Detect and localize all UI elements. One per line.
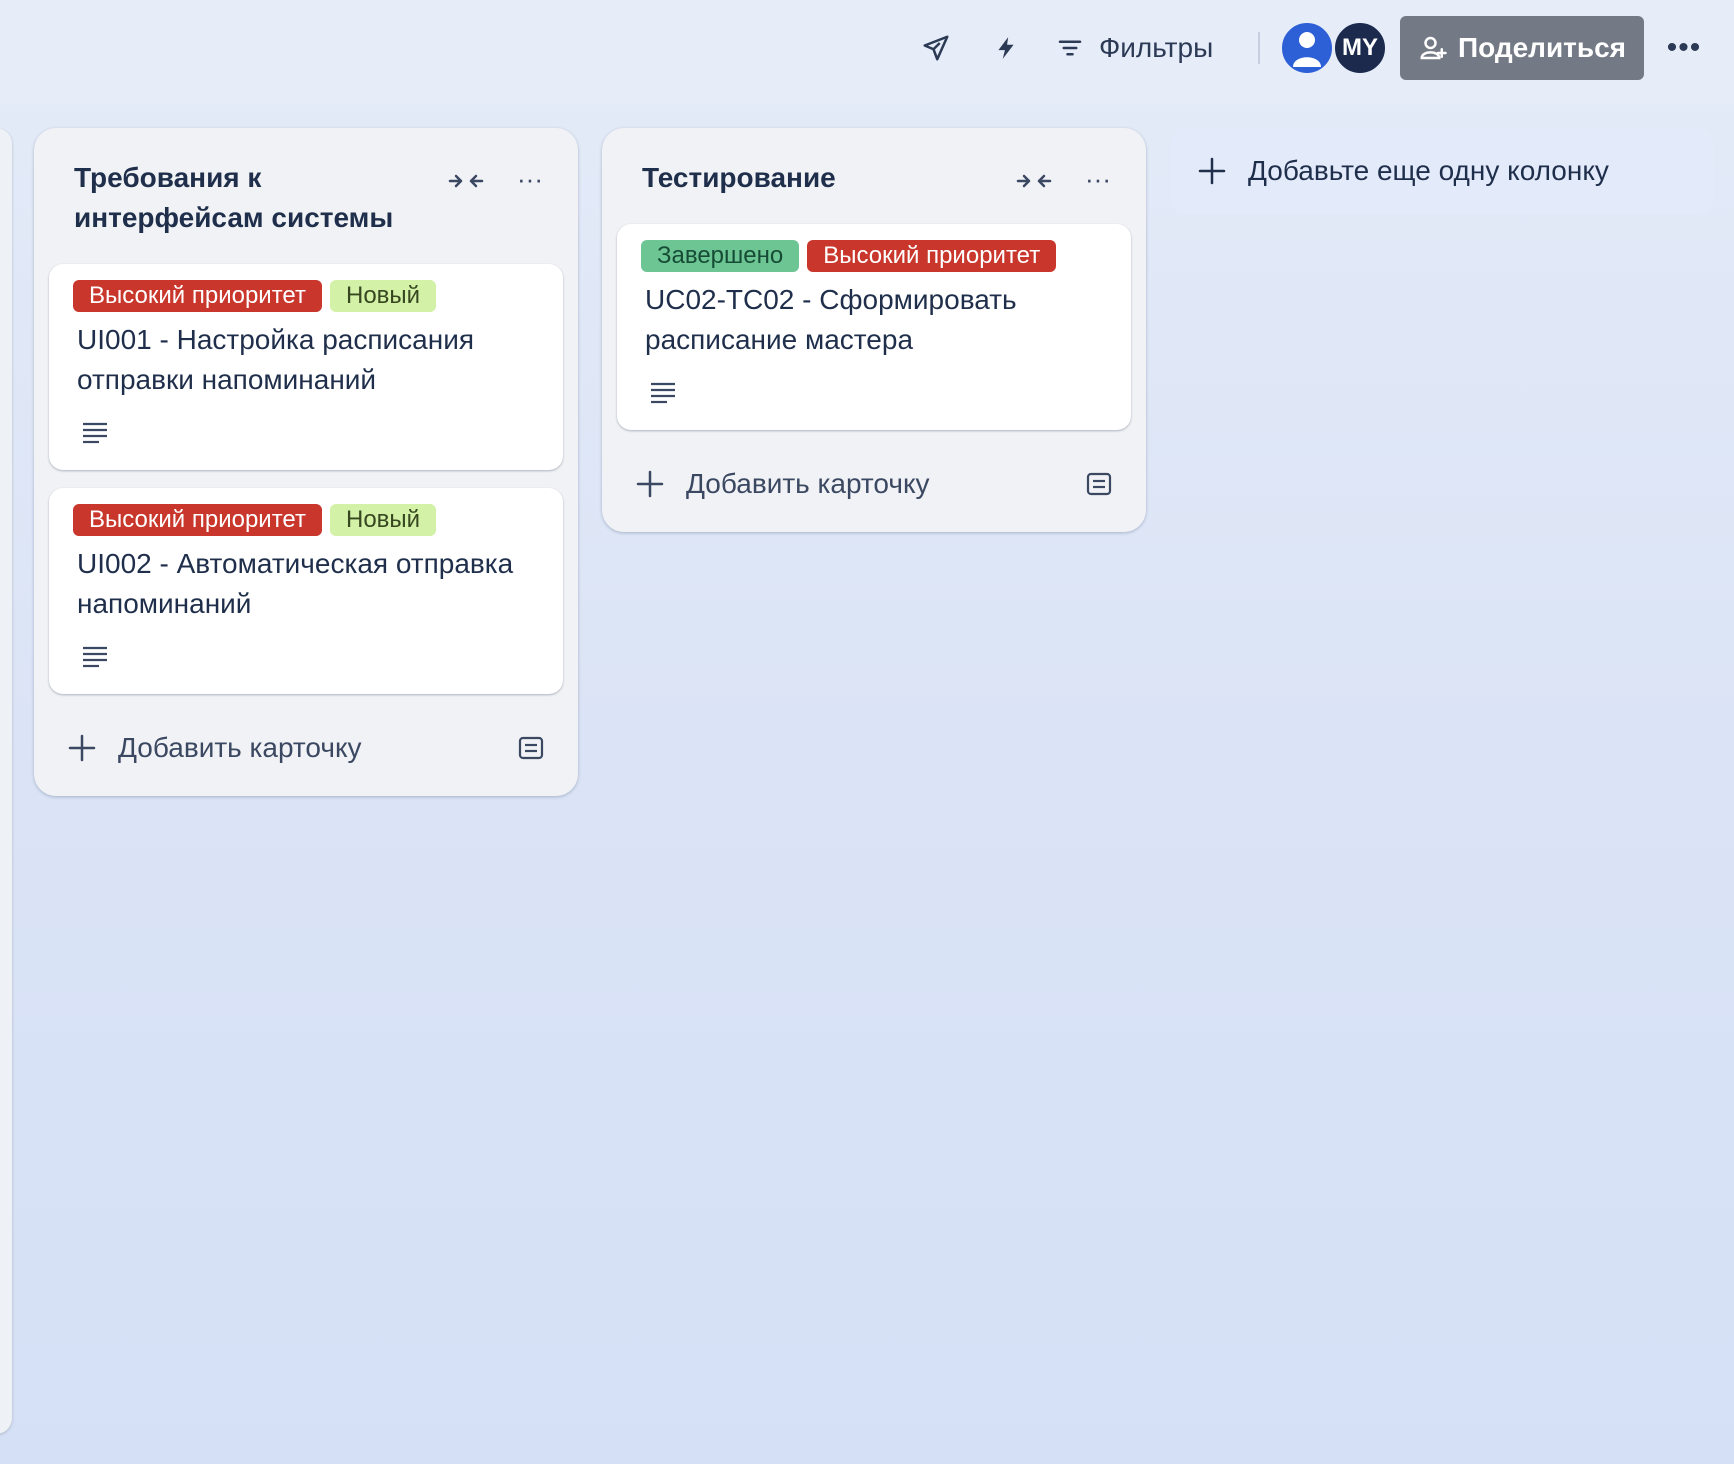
plus-icon [1198, 157, 1226, 185]
column-title[interactable]: Требования к интерфейсам системы [74, 158, 434, 238]
column-title[interactable]: Тестирование [642, 158, 1002, 198]
collapse-icon[interactable] [446, 166, 486, 196]
add-column-button[interactable]: Добавьте еще одну колонку [1170, 128, 1714, 214]
column-menu-button[interactable]: ··· [512, 162, 548, 196]
label-high-priority[interactable]: Высокий приоритет [73, 280, 322, 312]
plus-icon [68, 734, 96, 762]
add-column-label: Добавьте еще одну колонку [1248, 155, 1609, 186]
divider [1258, 32, 1260, 64]
previous-column-edge [0, 128, 12, 1434]
card[interactable]: Высокий приоритет Новый UI002 - Автомати… [49, 488, 563, 694]
description-icon [649, 380, 679, 406]
card-labels: Высокий приоритет Новый [73, 280, 437, 312]
collapse-icon[interactable] [1014, 166, 1054, 196]
lightning-icon[interactable] [988, 30, 1024, 66]
plus-icon [636, 470, 664, 498]
rocket-icon[interactable] [918, 30, 954, 66]
person-icon [1293, 32, 1321, 67]
list-column: Тестирование ··· Завершено Высокий приор… [602, 128, 1146, 532]
member-avatar[interactable]: MY [1332, 20, 1388, 76]
label-high-priority[interactable]: Высокий приоритет [73, 504, 322, 536]
share-label: Поделиться [1457, 32, 1627, 63]
card[interactable]: Завершено Высокий приоритет UC02-TC02 - … [617, 224, 1131, 430]
board-header: Фильтры MY Поделиться ••• [0, 0, 1734, 104]
share-button[interactable]: Поделиться [1400, 16, 1644, 80]
filters-button[interactable]: Фильтры [1055, 24, 1213, 72]
add-card-button[interactable]: Добавить карточку [634, 462, 1114, 506]
template-icon[interactable] [1084, 469, 1114, 499]
user-avatar[interactable] [1279, 20, 1335, 76]
add-person-icon [1420, 36, 1447, 60]
add-card-button[interactable]: Добавить карточку [66, 726, 546, 770]
card-labels: Высокий приоритет Новый [73, 504, 437, 536]
card-title: UI001 - Настройка расписания отправки на… [77, 324, 475, 395]
filter-icon [1058, 40, 1082, 56]
template-icon[interactable] [516, 733, 546, 763]
label-new[interactable]: Новый [329, 504, 437, 536]
board-menu-button[interactable]: ••• [1664, 30, 1704, 66]
card[interactable]: Высокий приоритет Новый UI001 - Настройк… [49, 264, 563, 470]
description-icon [81, 644, 111, 670]
description-icon [81, 420, 111, 446]
add-card-label: Добавить карточку [118, 732, 362, 763]
label-high-priority[interactable]: Высокий приоритет [807, 240, 1057, 272]
add-card-label: Добавить карточку [686, 468, 930, 499]
label-done[interactable]: Завершено [641, 240, 800, 272]
filters-label: Фильтры [1099, 32, 1214, 63]
label-new[interactable]: Новый [329, 280, 437, 312]
card-title: UI002 - Автоматическая отправка напомина… [77, 548, 514, 619]
card-labels: Завершено Высокий приоритет [641, 240, 1057, 272]
card-title: UC02-TC02 - Сформировать расписание маст… [645, 284, 1017, 355]
column-menu-button[interactable]: ··· [1080, 162, 1116, 196]
list-column: Требования к интерфейсам системы ··· Выс… [34, 128, 578, 796]
